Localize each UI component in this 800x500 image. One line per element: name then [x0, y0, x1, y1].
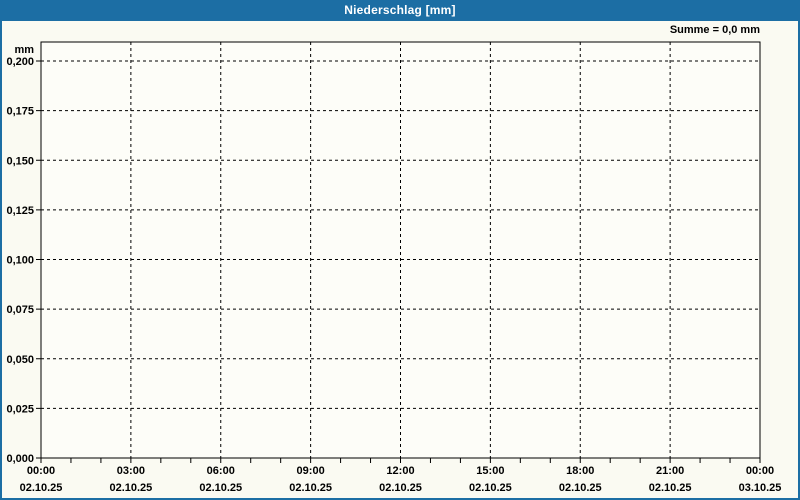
x-tick-time-label: 00:00 — [27, 465, 55, 477]
x-tick-time-label: 00:00 — [746, 465, 774, 477]
y-tick-label: 0,025 — [6, 403, 34, 415]
x-tick-date-label: 02.10.25 — [649, 482, 692, 494]
sum-annotation: Summe = 0,0 mm — [669, 24, 760, 36]
x-tick-time-label: 03:00 — [117, 465, 145, 477]
x-tick-date-label: 03.10.25 — [739, 482, 782, 494]
x-tick-date-label: 02.10.25 — [379, 482, 422, 494]
x-tick-time-label: 09:00 — [297, 465, 325, 477]
precipitation-chart: 0,000 0,025 0,050 0,075 0,100 0,125 0,150 0,175… — [6, 41, 782, 494]
y-tick-label: 0,150 — [6, 155, 34, 167]
x-tick-time-label: 06:00 — [207, 465, 235, 477]
x-tick-date-label: 02.10.25 — [109, 482, 152, 494]
y-tick-label: 0,050 — [6, 354, 34, 366]
x-tick-date-label: 02.10.25 — [199, 482, 242, 494]
y-tick-label: 0,125 — [6, 205, 34, 217]
y-tick-label: 0,100 — [6, 255, 34, 267]
y-tick-label: 0,000 — [6, 453, 34, 465]
y-tick-label: 0,175 — [6, 106, 34, 118]
x-tick-time-label: 18:00 — [566, 465, 594, 477]
x-tick-date-label: 02.10.25 — [289, 482, 332, 494]
y-tick-label: 0,075 — [6, 304, 34, 316]
x-tick-date-label: 02.10.25 — [20, 482, 63, 494]
chart-window: Niederschlag [mm] 0,000 0,025 0,050 0,075 0,… — [0, 0, 800, 500]
x-tick-date-label: 02.10.25 — [559, 482, 602, 494]
x-tick-time-label: 12:00 — [386, 465, 414, 477]
y-tick-label: 0,200 — [6, 56, 34, 68]
x-tick-time-label: 15:00 — [476, 465, 504, 477]
x-tick-date-label: 02.10.25 — [469, 482, 512, 494]
x-tick-time-label: 21:00 — [656, 465, 684, 477]
y-axis-unit-label: mm — [14, 44, 34, 56]
